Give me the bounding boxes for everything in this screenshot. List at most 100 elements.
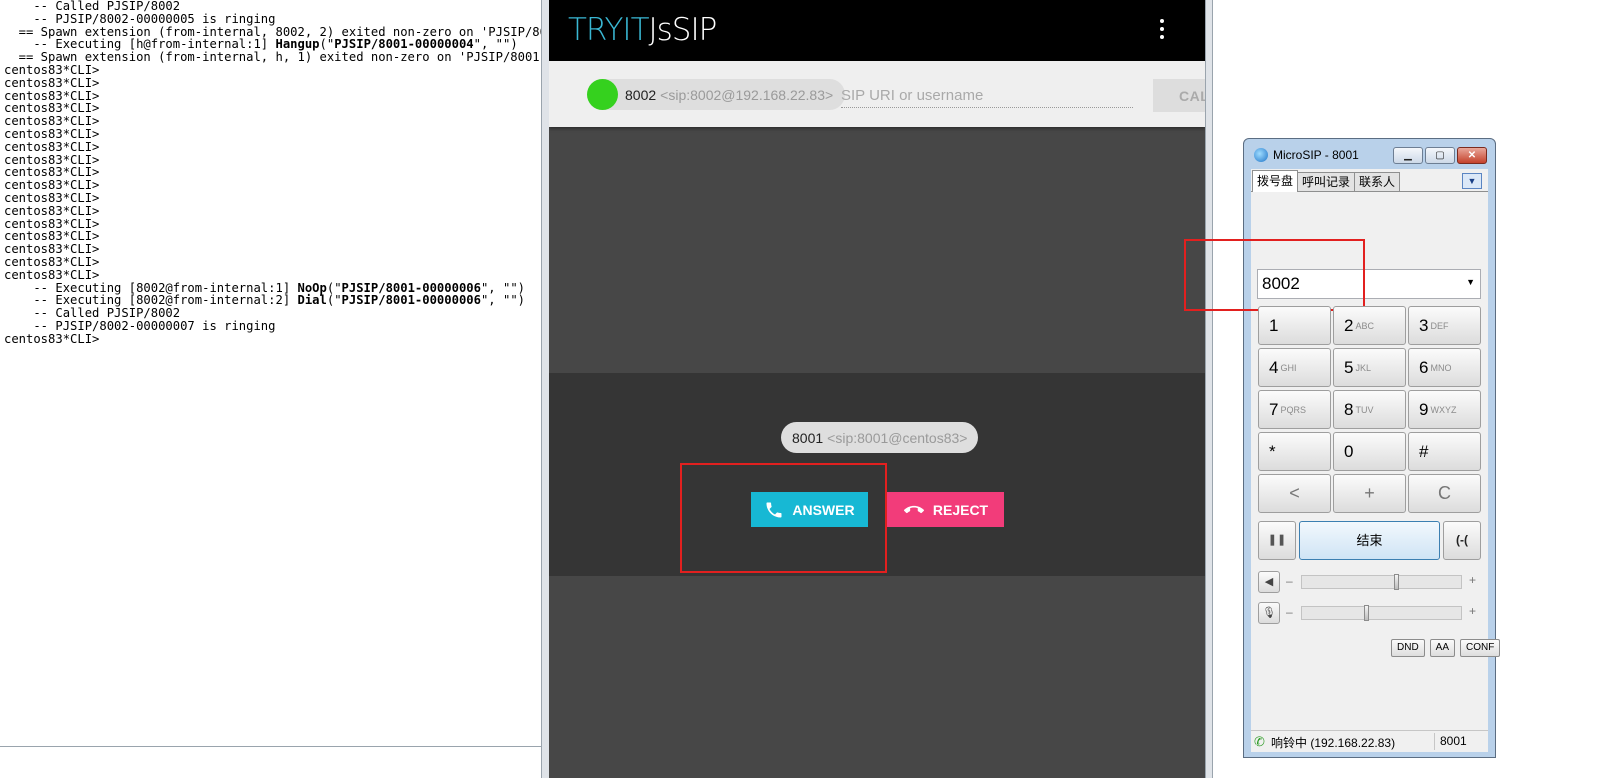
- tab-contacts[interactable]: 联系人: [1354, 172, 1401, 191]
- plus-icon: +: [1469, 573, 1477, 587]
- slider-thumb[interactable]: [1394, 574, 1399, 590]
- end-call-button[interactable]: 结束: [1299, 521, 1440, 560]
- caller-name: 8001: [792, 429, 824, 446]
- dial-number-highlight-box: [1184, 239, 1365, 311]
- hang-up-icon: [903, 505, 924, 513]
- jssip-header: TRYITJsSIP: [549, 0, 1205, 61]
- dial-key[interactable]: 0: [1333, 432, 1406, 471]
- key-digit: 4: [1269, 357, 1279, 377]
- transfer-button[interactable]: (-(: [1443, 521, 1481, 560]
- sip-uri-input[interactable]: [841, 83, 1133, 108]
- microphone-icon[interactable]: 🎙: [1258, 602, 1280, 624]
- key-digit: 5: [1344, 357, 1354, 377]
- key-label: +: [1364, 483, 1375, 503]
- slider-thumb[interactable]: [1364, 605, 1369, 621]
- conference-button[interactable]: CONF: [1460, 639, 1501, 657]
- tryit-jssip-logo: TRYITJsSIP: [568, 12, 718, 48]
- ringing-phone-icon: ✆: [1254, 734, 1265, 749]
- microsip-tabs: 拨号盘 呼叫记录 联系人: [1252, 170, 1401, 192]
- terminal-line: centos83*CLI>: [4, 331, 100, 346]
- answer-highlight-box: [680, 463, 887, 573]
- dial-key[interactable]: 9 WXYZ: [1408, 390, 1481, 429]
- caller-uri: <sip:8001@centos83>: [827, 429, 968, 446]
- terminal-line: centos83*CLI>: [4, 62, 100, 77]
- status-account: 8001: [1440, 734, 1467, 748]
- call-status-text: 响铃中 (192.168.22.83): [1271, 736, 1396, 750]
- menu-dropdown-icon[interactable]: ▼: [1462, 173, 1482, 189]
- speaker-icon[interactable]: ◀: [1258, 571, 1280, 593]
- dial-key[interactable]: #: [1408, 432, 1481, 471]
- mic-volume-slider[interactable]: [1301, 605, 1462, 621]
- dial-key[interactable]: 8 TUV: [1333, 390, 1406, 429]
- dnd-button[interactable]: DND: [1391, 639, 1425, 657]
- dial-key[interactable]: 1: [1258, 306, 1331, 345]
- logo-suffix: JsSIP: [648, 12, 718, 48]
- dial-key[interactable]: 7 PQRS: [1258, 390, 1331, 429]
- backspace-key[interactable]: <: [1258, 474, 1331, 513]
- terminal-line: centos83*CLI>: [4, 126, 100, 141]
- key-digit: 7: [1269, 399, 1279, 419]
- key-label: C: [1438, 483, 1451, 503]
- dial-key[interactable]: 5 JKL: [1333, 348, 1406, 387]
- key-digit: 6: [1419, 357, 1429, 377]
- terminal-window[interactable]: -- Called PJSIP/8002 -- PJSIP/8002-00000…: [0, 0, 541, 746]
- microsip-titlebar[interactable]: MicroSIP - 8001 ▁ ▢ ✕: [1244, 139, 1495, 169]
- chevron-down-icon[interactable]: ▼: [1466, 277, 1475, 287]
- dial-key[interactable]: 2 ABC: [1333, 306, 1406, 345]
- call-button[interactable]: CALL: [1153, 79, 1205, 112]
- terminal-line: -- PJSIP/8002-00000005 is ringing: [4, 11, 276, 26]
- auto-answer-button[interactable]: AA: [1429, 639, 1456, 657]
- microsip-app-icon: [1254, 148, 1268, 162]
- speaker-volume-slider[interactable]: [1301, 574, 1462, 590]
- clear-key[interactable]: C: [1408, 474, 1481, 513]
- dialpad: 1 2 ABC 3 DEF 4 GHI 5 JKL 6 MNO 7 PQRS 8 TUV 9 WXYZ * 0 # < +…: [1258, 306, 1481, 513]
- jssip-call-bar: 8002 <sip:8002@192.168.22.83> CALL: [549, 61, 1205, 127]
- window-title: MicroSIP - 8001: [1273, 148, 1359, 162]
- dial-key[interactable]: 4 GHI: [1258, 348, 1331, 387]
- dial-key[interactable]: 6 MNO: [1408, 348, 1481, 387]
- key-label: <: [1289, 483, 1300, 503]
- more-vert-icon[interactable]: [1155, 16, 1169, 42]
- tab-dialpad[interactable]: 拨号盘: [1252, 170, 1299, 192]
- key-digit: 2: [1344, 315, 1354, 335]
- minus-icon: –: [1286, 574, 1293, 588]
- key-letters: PQRS: [1280, 404, 1306, 415]
- incoming-session-panel: 8001 <sip:8001@centos83> ANSWER REJECT: [549, 373, 1205, 576]
- key-digit: 9: [1419, 399, 1429, 419]
- status-bar: ✆ 响铃中 (192.168.22.83) 8001: [1251, 730, 1488, 752]
- maximize-icon[interactable]: ▢: [1425, 147, 1455, 164]
- option-buttons: DND AA CONF: [1391, 639, 1501, 657]
- key-digit: 8: [1344, 399, 1354, 419]
- status-separator: [1434, 733, 1435, 750]
- terminal-line: centos83*CLI>: [4, 75, 100, 90]
- identity-name: 8002: [625, 86, 657, 103]
- identity-chip: 8002 <sip:8002@192.168.22.83>: [587, 79, 846, 110]
- reject-button[interactable]: REJECT: [887, 492, 1004, 527]
- plus-key[interactable]: +: [1333, 474, 1406, 513]
- logo-prefix: TRYIT: [568, 12, 650, 48]
- dial-key[interactable]: 3 DEF: [1408, 306, 1481, 345]
- terminal-bottom-strip: [0, 746, 541, 779]
- key-letters: JKL: [1355, 362, 1371, 373]
- key-digit: #: [1419, 441, 1429, 461]
- hold-button[interactable]: ❚❚: [1258, 521, 1296, 560]
- call-control-row: ❚❚ 结束 (-(: [1258, 521, 1481, 560]
- window-divider: [541, 0, 549, 778]
- minimize-icon[interactable]: ▁: [1393, 147, 1423, 164]
- key-letters: ABC: [1355, 320, 1374, 331]
- key-letters: WXYZ: [1430, 404, 1457, 415]
- microsip-client-area: 拨号盘 呼叫记录 联系人 ▼ ▼ 12ABC3DEF4GHI5JKL6MNO7P…: [1184, 169, 1501, 752]
- dial-key[interactable]: *: [1258, 432, 1331, 471]
- caller-chip: 8001 <sip:8001@centos83>: [781, 422, 979, 453]
- window-divider: [1205, 0, 1213, 778]
- registration-status-dot: [587, 79, 618, 110]
- identity-uri: <sip:8002@192.168.22.83>: [660, 86, 834, 103]
- microsip-window: MicroSIP - 8001 ▁ ▢ ✕ 拨号盘 呼叫记录 联系人 ▼ ▼ 1…: [1184, 138, 1501, 758]
- tab-call-history[interactable]: 呼叫记录: [1297, 172, 1356, 191]
- key-digit: 3: [1419, 315, 1429, 335]
- terminal-line: -- Called PJSIP/8002: [4, 0, 181, 13]
- terminal-line: centos83*CLI>: [4, 139, 100, 154]
- close-icon[interactable]: ✕: [1457, 147, 1487, 164]
- key-letters: DEF: [1430, 320, 1449, 331]
- minus-icon: –: [1286, 605, 1293, 619]
